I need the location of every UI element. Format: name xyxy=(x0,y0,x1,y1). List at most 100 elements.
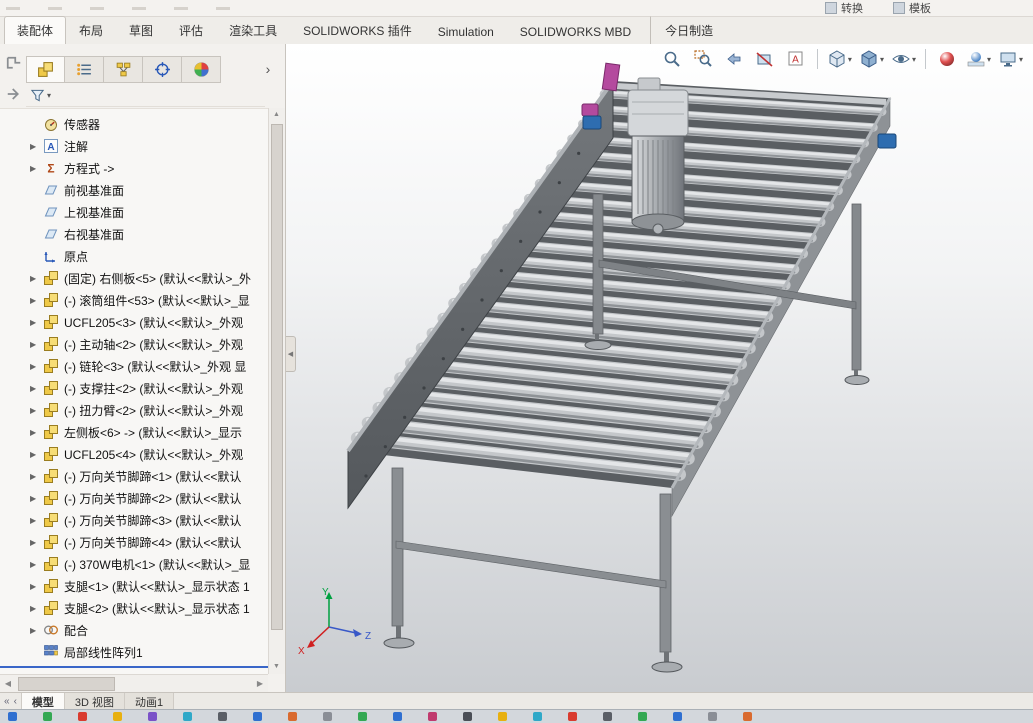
ribbon-tab-9[interactable]: 今日制造 xyxy=(650,16,726,44)
taskbar-icon-20[interactable] xyxy=(673,712,682,721)
ribbon-tab-4[interactable]: 评估 xyxy=(166,16,216,44)
tree-item-5[interactable]: 上视基准面 xyxy=(0,201,268,223)
taskbar-icon-12[interactable] xyxy=(393,712,402,721)
ribbon-tab-1[interactable]: 装配体 xyxy=(4,16,66,44)
expand-arrow-icon[interactable]: ▶ xyxy=(30,450,43,459)
taskbar-icon-22[interactable] xyxy=(743,712,752,721)
apply-scene-button[interactable]: ▾ xyxy=(964,47,993,71)
expand-arrow-icon[interactable]: ▶ xyxy=(30,582,43,591)
tree-item-13[interactable]: ▶(-) 支撑拄<2> (默认<<默认>_外观 xyxy=(0,377,268,399)
expand-arrow-icon[interactable]: ▶ xyxy=(30,516,43,525)
taskbar-icon-14[interactable] xyxy=(463,712,472,721)
tree-item-8[interactable]: ▶(固定) 右侧板<5> (默认<<默认>_外 xyxy=(0,267,268,289)
tree-item-7[interactable]: 原点 xyxy=(0,245,268,267)
tree-item-24[interactable]: ▶配合 xyxy=(0,619,268,641)
tab-scroll-button-1[interactable]: « xyxy=(4,696,10,707)
ribbon-command-2[interactable]: 模板 xyxy=(893,0,931,16)
tree-item-22[interactable]: ▶支腿<1> (默认<<默认>_显示状态 1 xyxy=(0,575,268,597)
tree-item-18[interactable]: ▶(-) 万向关节脚蹄<2> (默认<<默认 xyxy=(0,487,268,509)
left-gutter-icon-1[interactable] xyxy=(4,54,24,74)
tree-vertical-scrollbar[interactable]: ▲ ▼ xyxy=(268,108,285,674)
taskbar-icon-2[interactable] xyxy=(43,712,52,721)
taskbar-icon-9[interactable] xyxy=(288,712,297,721)
taskbar-icon-7[interactable] xyxy=(218,712,227,721)
section-view-button[interactable] xyxy=(751,47,779,71)
tree-item-10[interactable]: ▶UCFL205<3> (默认<<默认>_外观 xyxy=(0,311,268,333)
panel-tab-appearances[interactable] xyxy=(182,56,221,83)
panel-expand-arrow[interactable]: › xyxy=(259,58,277,80)
scroll-up-arrow-icon[interactable]: ▲ xyxy=(269,108,284,122)
tree-item-21[interactable]: ▶(-) 370W电机<1> (默认<<默认>_显 xyxy=(0,553,268,575)
taskbar-icon-15[interactable] xyxy=(498,712,507,721)
panel-tab-dimxpert[interactable] xyxy=(143,56,182,83)
taskbar-icon-19[interactable] xyxy=(638,712,647,721)
dynamic-annotation-button[interactable]: A xyxy=(782,47,810,71)
left-gutter-icon-2[interactable] xyxy=(4,84,24,104)
expand-arrow-icon[interactable]: ▶ xyxy=(30,604,43,613)
conveyor-assembly-model[interactable] xyxy=(348,63,896,672)
bearing-block[interactable] xyxy=(878,134,896,148)
expand-arrow-icon[interactable]: ▶ xyxy=(30,428,43,437)
expand-arrow-icon[interactable]: ▶ xyxy=(30,296,43,305)
leveling-foot[interactable] xyxy=(652,662,682,672)
tree-item-4[interactable]: 前视基准面 xyxy=(0,179,268,201)
scroll-left-arrow-icon[interactable]: ◀ xyxy=(0,679,16,688)
sprocket[interactable] xyxy=(582,104,598,116)
tree-item-20[interactable]: ▶(-) 万向关节脚蹄<4> (默认<<默认 xyxy=(0,531,268,553)
ribbon-tab-7[interactable]: Simulation xyxy=(425,19,507,44)
tree-item-2[interactable]: ▶A注解 xyxy=(0,135,268,157)
taskbar-icon-16[interactable] xyxy=(533,712,542,721)
display-style-button[interactable]: ▾ xyxy=(857,47,886,71)
scroll-right-arrow-icon[interactable]: ▶ xyxy=(252,679,268,688)
cross-brace[interactable] xyxy=(396,541,666,588)
leveling-foot[interactable] xyxy=(384,638,414,648)
ribbon-tab-5[interactable]: 渲染工具 xyxy=(216,16,290,44)
horizontal-scroll-thumb[interactable] xyxy=(18,677,115,691)
taskbar-icon-6[interactable] xyxy=(183,712,192,721)
tree-item-15[interactable]: ▶左侧板<6> -> (默认<<默认>_显示 xyxy=(0,421,268,443)
tree-item-25[interactable]: 局部线性阵列1 xyxy=(0,641,268,663)
hide-show-items-button[interactable]: ▾ xyxy=(889,47,918,71)
tree-item-23[interactable]: ▶支腿<2> (默认<<默认>_显示状态 1 xyxy=(0,597,268,619)
expand-arrow-icon[interactable]: ▶ xyxy=(30,318,43,327)
bottom-tab-3[interactable]: 动画1 xyxy=(125,693,174,710)
panel-tab-configurations[interactable] xyxy=(104,56,143,83)
previous-view-button[interactable] xyxy=(720,47,748,71)
taskbar-icon-17[interactable] xyxy=(568,712,577,721)
panel-collapse-handle[interactable]: ◀ xyxy=(286,336,296,372)
view-orientation-button[interactable]: ▾ xyxy=(825,47,854,71)
tree-item-16[interactable]: ▶UCFL205<4> (默认<<默认>_外观 xyxy=(0,443,268,465)
tree-item-19[interactable]: ▶(-) 万向关节脚蹄<3> (默认<<默认 xyxy=(0,509,268,531)
expand-arrow-icon[interactable]: ▶ xyxy=(30,340,43,349)
taskbar-icon-3[interactable] xyxy=(78,712,87,721)
expand-arrow-icon[interactable]: ▶ xyxy=(30,406,43,415)
ribbon-tab-2[interactable]: 布局 xyxy=(66,16,116,44)
tree-item-14[interactable]: ▶(-) 扭力臂<2> (默认<<默认>_外观 xyxy=(0,399,268,421)
scroll-down-arrow-icon[interactable]: ▼ xyxy=(269,660,284,674)
edit-appearance-button[interactable] xyxy=(933,47,961,71)
expand-arrow-icon[interactable]: ▶ xyxy=(30,384,43,393)
expand-arrow-icon[interactable]: ▶ xyxy=(30,142,43,151)
gearmotor[interactable] xyxy=(628,78,688,234)
bottom-tab-1[interactable]: 模型 xyxy=(22,693,65,710)
bottom-tab-2[interactable]: 3D 视图 xyxy=(65,693,125,710)
zoom-area-button[interactable] xyxy=(689,47,717,71)
taskbar-icon-18[interactable] xyxy=(603,712,612,721)
expand-arrow-icon[interactable]: ▶ xyxy=(30,274,43,283)
tree-item-6[interactable]: 右视基准面 xyxy=(0,223,268,245)
ribbon-tab-8[interactable]: SOLIDWORKS MBD xyxy=(507,19,644,44)
taskbar-icon-5[interactable] xyxy=(148,712,157,721)
tree-item-11[interactable]: ▶(-) 主动轴<2> (默认<<默认>_外观 xyxy=(0,333,268,355)
taskbar-icon-10[interactable] xyxy=(323,712,332,721)
taskbar-icon-8[interactable] xyxy=(253,712,262,721)
expand-arrow-icon[interactable]: ▶ xyxy=(30,164,43,173)
taskbar-icon-11[interactable] xyxy=(358,712,367,721)
taskbar-icon-13[interactable] xyxy=(428,712,437,721)
ribbon-tab-3[interactable]: 草图 xyxy=(116,16,166,44)
filter-funnel-icon[interactable] xyxy=(30,88,45,103)
support-column[interactable] xyxy=(852,204,861,370)
leg[interactable] xyxy=(660,494,671,652)
taskbar-icon-4[interactable] xyxy=(113,712,122,721)
tree-item-3[interactable]: ▶Σ方程式 -> xyxy=(0,157,268,179)
tree-horizontal-scrollbar[interactable]: ◀ ▶ xyxy=(0,674,268,692)
